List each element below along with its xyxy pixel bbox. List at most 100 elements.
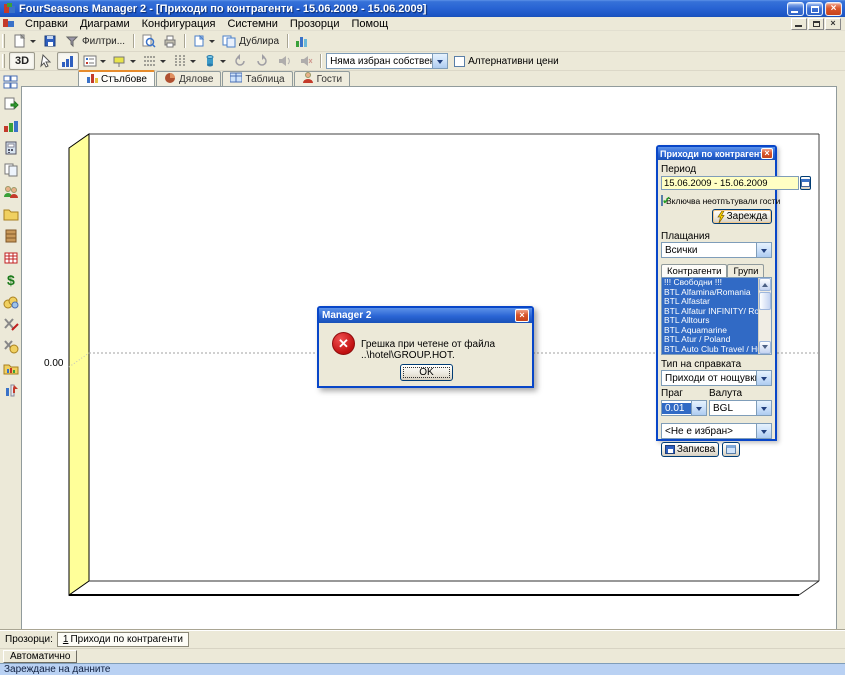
- table-view-button[interactable]: [722, 442, 740, 457]
- period-input[interactable]: [661, 176, 799, 190]
- hgrid-dropdown-button[interactable]: [139, 52, 169, 70]
- calendar-button[interactable]: [800, 176, 811, 190]
- include-guests-checkbox[interactable]: [661, 195, 663, 206]
- sound-off-button[interactable]: [295, 52, 317, 70]
- payments-select-arrow-icon[interactable]: [756, 243, 771, 257]
- close-button[interactable]: ×: [825, 2, 842, 16]
- scroll-up-button[interactable]: [759, 278, 771, 291]
- sidebar-copy-report-button[interactable]: [3, 162, 19, 178]
- chart-button[interactable]: [291, 32, 313, 50]
- sidebar-revenue-button[interactable]: $: [3, 272, 19, 288]
- tab-shares[interactable]: Дялове: [156, 71, 221, 86]
- sidebar-guest-stats-button[interactable]: [3, 382, 19, 398]
- save-button[interactable]: [39, 32, 61, 50]
- payments-select[interactable]: Всички: [661, 242, 772, 258]
- currency-arrow-icon[interactable]: [756, 401, 771, 415]
- rotate-ccw-button[interactable]: [229, 52, 251, 70]
- sidebar-export-button[interactable]: [3, 96, 19, 112]
- new-document-button[interactable]: [9, 32, 39, 50]
- save-report-button[interactable]: Записва: [661, 442, 719, 457]
- sidebar-archive-button[interactable]: [3, 228, 19, 244]
- mdi-restore-button[interactable]: [808, 18, 824, 30]
- list-item[interactable]: BTL Alfamina/Romania: [662, 288, 758, 298]
- report-type-select[interactable]: Приходи от нощувки: [661, 370, 772, 386]
- list-item[interactable]: BTL Alltours: [662, 316, 758, 326]
- sidebar-folder-button[interactable]: [3, 206, 19, 222]
- print-preview-button[interactable]: [137, 32, 159, 50]
- template-select[interactable]: <Не е избран>: [661, 423, 772, 439]
- sidebar-red-table-button[interactable]: [3, 250, 19, 266]
- sidebar-color-chart-button[interactable]: [3, 118, 19, 134]
- threshold-select[interactable]: 0.01: [661, 400, 707, 416]
- window-toggle-button[interactable]: 1 Приходи по контрагенти: [57, 632, 189, 647]
- minimize-button[interactable]: [787, 2, 804, 16]
- dialog-close-button[interactable]: ×: [515, 309, 529, 322]
- sidebar-guests-button[interactable]: [3, 184, 19, 200]
- sound-on-icon: [276, 53, 292, 69]
- template-select-arrow-icon[interactable]: [756, 424, 771, 438]
- series-type-dropdown-button[interactable]: [199, 52, 229, 70]
- tab-groups[interactable]: Групи: [727, 264, 764, 277]
- duplicate-button[interactable]: Дублира: [218, 32, 284, 50]
- sound-off-icon: [298, 53, 314, 69]
- scroll-down-button[interactable]: [759, 341, 771, 354]
- list-item[interactable]: BTL Auto Club Travel / Hunga: [662, 345, 758, 355]
- alt-prices-label: Алтернативни цени: [468, 56, 559, 67]
- sidebar-cancel-payment-button[interactable]: [3, 338, 19, 354]
- sound-on-button[interactable]: [273, 52, 295, 70]
- toolbar-separator: [320, 54, 321, 68]
- mdi-minimize-button[interactable]: [791, 18, 807, 30]
- filters-button[interactable]: Филтри...: [61, 32, 130, 50]
- pointer-button[interactable]: [35, 52, 57, 70]
- mini-bars-button[interactable]: [57, 52, 79, 70]
- ok-button[interactable]: OK: [400, 364, 453, 381]
- list-item[interactable]: BTL Aquamarine: [662, 326, 758, 336]
- mdi-close-button[interactable]: ×: [825, 18, 841, 30]
- copy-button[interactable]: [188, 32, 218, 50]
- 3d-toggle-button[interactable]: 3D: [9, 52, 35, 70]
- tab-table[interactable]: Таблица: [222, 71, 292, 86]
- toolbar-grip[interactable]: [2, 34, 5, 48]
- sidebar-folder-chart-button[interactable]: [3, 360, 19, 376]
- labels-icon: [112, 53, 128, 69]
- list-item[interactable]: BTL Alfastar: [662, 297, 758, 307]
- duplicate-label: Дублира: [239, 36, 279, 47]
- menu-item[interactable]: Конфигурация: [136, 17, 222, 31]
- load-button[interactable]: Зарежда: [712, 209, 772, 224]
- save-icon: [42, 33, 58, 49]
- alt-prices-checkbox[interactable]: [454, 56, 465, 67]
- vgrid-dropdown-button[interactable]: [169, 52, 199, 70]
- menu-item[interactable]: Справки: [19, 17, 74, 31]
- owner-select-arrow-icon[interactable]: [432, 54, 447, 68]
- menu-item[interactable]: Диаграми: [74, 17, 136, 31]
- copy-icon: [191, 33, 207, 49]
- menu-item[interactable]: Системни: [221, 17, 283, 31]
- sidebar-reports-grid-button[interactable]: [3, 74, 19, 90]
- menu-item[interactable]: Прозорци: [284, 17, 346, 31]
- list-item[interactable]: BTL Alfatur INFINITY/ Romani: [662, 307, 758, 317]
- scroll-thumb[interactable]: [759, 292, 771, 310]
- tab-bars[interactable]: Стълбове: [78, 70, 155, 86]
- menu-item[interactable]: Помощ: [345, 17, 394, 31]
- labels-dropdown-button[interactable]: [109, 52, 139, 70]
- owner-select[interactable]: Няма избран собственици: [326, 53, 448, 69]
- sidebar-payments-button[interactable]: [3, 294, 19, 310]
- list-item[interactable]: BTL Atur / Poland: [662, 335, 758, 345]
- tab-contractors[interactable]: Контрагенти: [661, 264, 727, 277]
- currency-select[interactable]: BGL: [709, 400, 772, 416]
- panel-close-button[interactable]: ×: [761, 148, 773, 159]
- list-scrollbar[interactable]: [758, 278, 771, 354]
- sidebar-cancel-guest-button[interactable]: [3, 316, 19, 332]
- sidebar-calculator-button[interactable]: [3, 140, 19, 156]
- report-type-arrow-icon[interactable]: [756, 371, 771, 385]
- legend-dropdown-button[interactable]: [79, 52, 109, 70]
- print-button[interactable]: [159, 32, 181, 50]
- auto-button[interactable]: Автоматично: [3, 650, 77, 663]
- contractors-list-items: !!! Свободни !!!BTL Alfamina/RomaniaBTL …: [662, 278, 758, 354]
- rotate-cw-button[interactable]: [251, 52, 273, 70]
- list-item[interactable]: !!! Свободни !!!: [662, 278, 758, 288]
- tab-guests[interactable]: Гости: [294, 71, 350, 86]
- threshold-arrow-icon[interactable]: [691, 401, 706, 415]
- toolbar-grip[interactable]: [2, 54, 5, 68]
- restore-button[interactable]: [806, 2, 823, 16]
